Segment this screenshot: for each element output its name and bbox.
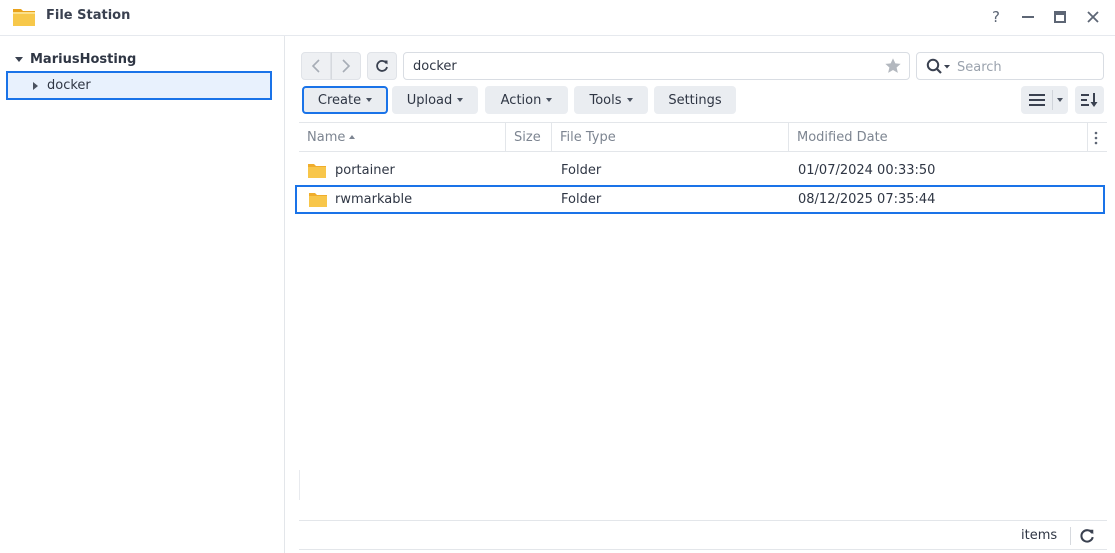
column-header-type[interactable]: File Type — [560, 123, 616, 152]
action-button[interactable]: Action — [485, 86, 568, 114]
upload-label: Upload — [406, 92, 453, 108]
dropdown-arrow-icon — [366, 98, 373, 102]
folder-icon — [308, 164, 326, 178]
folder-icon — [309, 193, 327, 207]
forward-button[interactable] — [331, 52, 361, 80]
upload-button[interactable]: Upload — [392, 86, 478, 114]
star-icon[interactable] — [884, 57, 902, 75]
table-row[interactable]: portainer Folder 01/07/2024 00:33:50 — [299, 157, 1107, 186]
column-separator[interactable] — [788, 123, 789, 152]
chevron-left-icon — [311, 59, 320, 73]
back-button[interactable] — [301, 52, 331, 80]
path-text: docker — [413, 59, 457, 74]
row-name: rwmarkable — [335, 192, 413, 207]
dropdown-arrow-icon — [1057, 98, 1063, 102]
row-date: 08/12/2025 07:35:44 — [798, 192, 936, 207]
folder-tree: MariusHosting docker — [0, 36, 285, 553]
row-name: portainer — [335, 163, 395, 178]
column-header-date[interactable]: Modified Date — [797, 123, 888, 152]
title-bar: File Station ? — [0, 0, 1115, 36]
dropdown-arrow-icon — [457, 98, 464, 102]
row-type: Folder — [561, 192, 602, 207]
scrollbar-track[interactable] — [299, 470, 300, 500]
view-separator — [1052, 90, 1053, 110]
search-input[interactable] — [957, 57, 1097, 77]
tree-root-mariushosting[interactable]: MariusHosting — [14, 50, 136, 68]
row-type: Folder — [561, 163, 602, 178]
more-vertical-icon[interactable] — [1094, 131, 1098, 145]
search-icon[interactable] — [926, 58, 954, 76]
tree-root-label: MariusHosting — [30, 51, 137, 67]
create-label: Create — [317, 92, 362, 108]
settings-button[interactable]: Settings — [654, 86, 736, 114]
column-header-size[interactable]: Size — [514, 123, 541, 152]
minimize-icon — [1022, 16, 1034, 18]
path-bar[interactable]: docker — [403, 52, 910, 80]
sort-button[interactable] — [1075, 86, 1104, 114]
close-button[interactable] — [1082, 6, 1104, 28]
refresh-icon — [376, 60, 388, 72]
dropdown-arrow-icon — [546, 98, 553, 102]
chevron-right-icon — [342, 59, 351, 73]
action-label: Action — [500, 92, 542, 108]
settings-label: Settings — [668, 92, 722, 108]
list-view-icon — [1029, 94, 1045, 106]
tree-item-label: docker — [47, 78, 91, 93]
tools-button[interactable]: Tools — [574, 86, 648, 114]
help-button[interactable]: ? — [985, 6, 1007, 28]
column-separator[interactable] — [505, 123, 506, 152]
view-mode-button[interactable] — [1021, 86, 1068, 114]
refresh-button[interactable] — [367, 52, 397, 80]
create-button[interactable]: Create — [302, 86, 388, 114]
column-header-name[interactable]: Name — [307, 123, 356, 152]
footer-separator — [1070, 527, 1071, 545]
column-separator[interactable] — [551, 123, 552, 152]
items-count: items — [1021, 528, 1058, 543]
status-bar: items — [299, 520, 1107, 550]
tree-item-docker[interactable]: docker — [6, 71, 272, 100]
table-row-selected[interactable]: rwmarkable Folder 08/12/2025 07:35:44 — [295, 185, 1105, 214]
close-icon — [1087, 11, 1099, 23]
window-title: File Station — [46, 8, 131, 23]
sort-ascending-icon — [349, 134, 356, 139]
caret-right-icon — [33, 81, 38, 90]
maximize-icon — [1054, 11, 1066, 23]
tools-label: Tools — [589, 92, 622, 108]
dropdown-arrow-icon — [626, 98, 633, 102]
sort-icon — [1081, 93, 1098, 107]
minimize-button[interactable] — [1017, 6, 1039, 28]
refresh-icon[interactable] — [1079, 528, 1095, 544]
search-box — [916, 52, 1104, 80]
row-date: 01/07/2024 00:33:50 — [798, 163, 936, 178]
table-header: Name Size File Type Modified Date — [299, 122, 1107, 152]
caret-down-icon — [15, 57, 23, 62]
file-station-icon — [13, 9, 35, 26]
maximize-button[interactable] — [1049, 6, 1071, 28]
column-separator[interactable] — [1087, 123, 1088, 152]
